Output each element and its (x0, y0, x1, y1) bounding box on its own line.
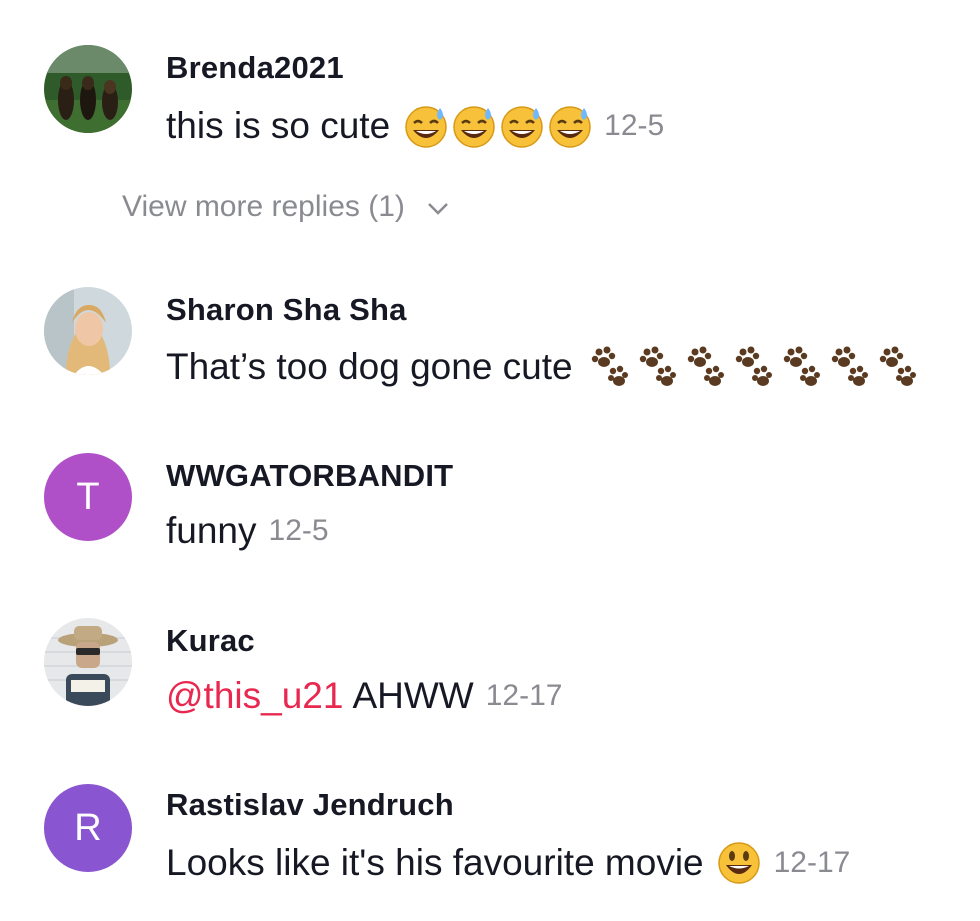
avatar[interactable] (44, 287, 132, 375)
avatar[interactable]: R (44, 784, 132, 872)
grinning-sweat-emoji (402, 102, 592, 150)
timestamp: 12-5 (268, 514, 329, 547)
avatar-letter: R (74, 806, 102, 849)
paw-prints-emoji (587, 344, 923, 390)
comment-text: AHWW (352, 675, 474, 716)
comment-text-row: funny 12-5 (166, 510, 329, 552)
comment-text: this is so cute (166, 105, 391, 146)
timestamp: 12-17 (485, 679, 563, 712)
comment-text: Looks like it's his favourite movie (166, 842, 704, 883)
comment-text-row: Looks like it's his favourite movie 12-1… (166, 840, 850, 886)
comment-text-row: That’s too dog gone cute (166, 344, 923, 390)
avatar[interactable] (44, 45, 132, 133)
username[interactable]: Sharon Sha Sha (166, 292, 407, 328)
sweat-smile-face (405, 106, 447, 148)
username[interactable]: Kurac (166, 623, 255, 659)
avatar[interactable]: T (44, 453, 132, 541)
avatar[interactable] (44, 618, 132, 706)
username[interactable]: WWGATORBANDIT (166, 458, 453, 494)
grinning-face-emoji (716, 840, 762, 886)
comment-text-row: this is so cute 12-5 (166, 102, 664, 150)
username[interactable]: Brenda2021 (166, 50, 344, 86)
view-more-replies-button[interactable]: View more replies (1) (122, 190, 449, 224)
timestamp: 12-5 (604, 109, 665, 142)
mention-link[interactable]: @this_u21 (166, 675, 343, 717)
chevron-down-icon (427, 190, 449, 224)
comment-text: funny (166, 510, 257, 551)
timestamp: 12-17 (773, 846, 851, 879)
avatar-letter: T (76, 475, 100, 518)
comment-list: Brenda2021 this is so cute 12-5 View mor… (0, 0, 980, 921)
comment-text-row: @this_u21 AHWW 12-17 (166, 675, 562, 717)
username[interactable]: Rastislav Jendruch (166, 787, 454, 823)
view-more-replies-label: View more replies (1) (122, 190, 405, 223)
comment-text: That’s too dog gone cute (166, 346, 573, 387)
